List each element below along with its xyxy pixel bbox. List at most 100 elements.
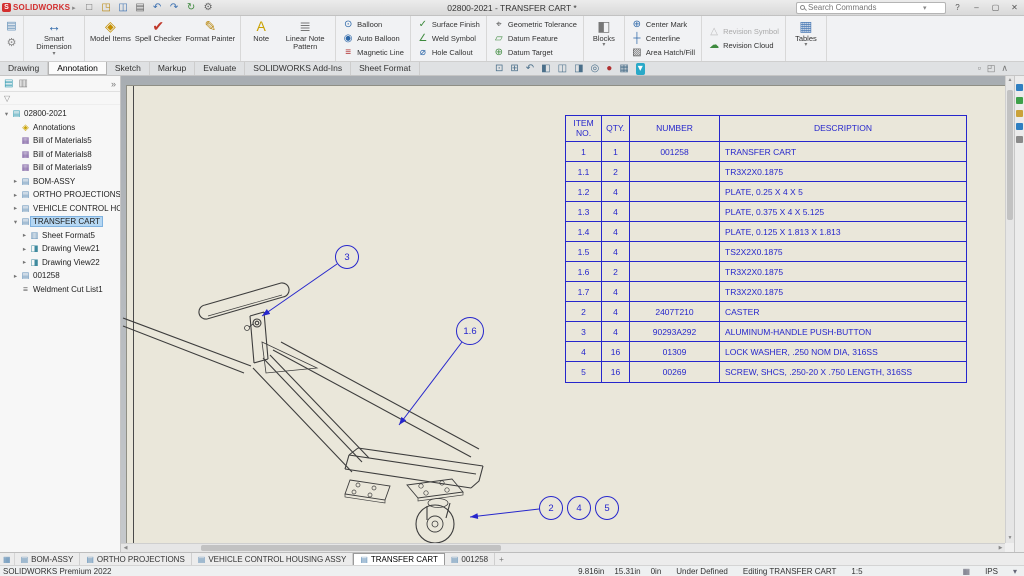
datum-target-button[interactable]: ⊕Datum Target <box>490 46 580 59</box>
bom-cell[interactable]: 1.5 <box>566 242 602 262</box>
units-dropdown-icon[interactable]: ▾ <box>1013 567 1017 576</box>
geometric-tolerance-button[interactable]: ⌖Geometric Tolerance <box>490 18 580 31</box>
tree-expander-icon[interactable]: ▾ <box>2 110 11 118</box>
tree-expander-icon[interactable]: ▸ <box>20 231 29 239</box>
bom-cell[interactable]: TR3X2X0.1875 <box>720 262 966 282</box>
bom-cell[interactable]: 1.7 <box>566 282 602 302</box>
bom-cell[interactable]: 1 <box>602 142 630 162</box>
maximize-button[interactable]: ▢ <box>988 1 1003 14</box>
spell-checker-button[interactable]: ✔Spell Checker <box>133 17 184 60</box>
bom-table[interactable]: ITEM NO.QTY.NUMBERDESCRIPTION11001258TRA… <box>565 115 967 383</box>
tab-markup[interactable]: Markup <box>150 62 195 75</box>
surface-finish-button[interactable]: ✓Surface Finish <box>414 18 483 31</box>
note-button[interactable]: ANote <box>244 17 278 60</box>
bom-cell[interactable]: 01309 <box>630 342 720 362</box>
tree-item-02800-2021[interactable]: ▾▤02800-2021 <box>0 107 120 121</box>
minimize-button[interactable]: – <box>969 1 984 14</box>
tree-item-transfer-cart[interactable]: ▾▤TRANSFER CART <box>0 215 120 229</box>
sheet-tab-001258[interactable]: ▤001258 <box>445 553 495 565</box>
tree-item-bill-of-materials5[interactable]: ▦Bill of Materials5 <box>0 134 120 148</box>
bom-cell[interactable] <box>630 242 720 262</box>
bom-cell[interactable]: 2 <box>602 262 630 282</box>
bom-cell[interactable]: 4 <box>602 202 630 222</box>
search-dropdown-icon[interactable]: ▾ <box>923 4 927 12</box>
search-input[interactable] <box>808 3 920 12</box>
tab-annotation[interactable]: Annotation <box>48 62 107 75</box>
bom-cell[interactable]: 5 <box>566 362 602 382</box>
bom-cell[interactable]: PLATE, 0.125 X 1.813 X 1.813 <box>720 222 966 242</box>
zoom-fit-icon[interactable]: ⊡ <box>495 63 503 75</box>
balloon-2[interactable]: 2 <box>539 496 563 520</box>
tree-expander-icon[interactable]: ▸ <box>11 177 20 185</box>
tab-sheet-format[interactable]: Sheet Format <box>351 62 420 75</box>
bom-cell[interactable]: ALUMINUM-HANDLE PUSH-BUTTON <box>720 322 966 342</box>
bom-cell[interactable]: 2 <box>602 162 630 182</box>
tree-expander-icon[interactable]: ▸ <box>11 191 20 199</box>
sheet-tab-ortho-projections[interactable]: ▤ORTHO PROJECTIONS <box>80 553 191 565</box>
tree-expander-icon[interactable]: ▸ <box>20 245 29 253</box>
design-library-icon[interactable] <box>1016 97 1023 104</box>
revision-cloud-button[interactable]: ☁Revision Cloud <box>705 39 782 52</box>
bom-cell[interactable]: 16 <box>602 342 630 362</box>
format-painter-button[interactable]: ✎Format Painter <box>184 17 238 60</box>
bom-cell[interactable]: 4 <box>602 302 630 322</box>
gear-button[interactable]: ⚙ <box>5 36 18 49</box>
bom-cell[interactable]: 90293A292 <box>630 322 720 342</box>
menu-expand-icon[interactable]: ▸ <box>72 4 76 12</box>
revision-symbol-button[interactable]: △Revision Symbol <box>705 25 782 38</box>
close-button[interactable]: ✕ <box>1007 1 1022 14</box>
bom-cell[interactable]: TR3X2X0.1875 <box>720 282 966 302</box>
tree-item-weldment-cut-list1[interactable]: ≡Weldment Cut List1 <box>0 283 120 297</box>
horizontal-scroll-thumb[interactable] <box>201 545 501 551</box>
tree-expander-icon[interactable]: ▸ <box>11 272 20 280</box>
bom-cell[interactable]: 4 <box>566 342 602 362</box>
dropdown-arrow-icon[interactable]: ▾ <box>52 52 55 57</box>
collapse-icon[interactable]: ∧ <box>1001 63 1008 74</box>
units-selector[interactable]: IPS <box>985 567 998 576</box>
datum-feature-button[interactable]: ▱Datum Feature <box>490 32 580 45</box>
tree-item-bom-assy[interactable]: ▸▤BOM-ASSY <box>0 175 120 189</box>
tree-item-vehicle-control-housing-ass[interactable]: ▸▤VEHICLE CONTROL HOUSING ASS... <box>0 202 120 216</box>
bom-cell[interactable]: 1.6 <box>566 262 602 282</box>
filter-icon[interactable]: ▽ <box>4 94 10 103</box>
bom-cell[interactable]: 3 <box>566 322 602 342</box>
float-icon[interactable]: ◰ <box>987 63 996 74</box>
sheet-tab-bom-assy[interactable]: ▤BOM-ASSY <box>15 553 81 565</box>
zoom-area-icon[interactable]: ⊞ <box>510 63 518 75</box>
balloon-3[interactable]: 3 <box>335 245 359 269</box>
balloon-5[interactable]: 5 <box>595 496 619 520</box>
scene-icon[interactable]: ▦ <box>619 63 628 75</box>
scroll-left-icon[interactable]: ◀ <box>121 544 130 552</box>
section-view-icon[interactable]: ◧ <box>541 63 550 75</box>
tab-solidworks-add-ins[interactable]: SOLIDWORKS Add-Ins <box>245 62 351 75</box>
linear-note-pattern-button[interactable]: ≣Linear Note Pattern <box>278 17 332 60</box>
balloon-4[interactable]: 4 <box>567 496 591 520</box>
dropdown-arrow-icon[interactable]: ▾ <box>804 43 807 48</box>
options-small-icon[interactable]: ▫ <box>978 63 981 74</box>
property-manager-tab[interactable]: ▥ <box>18 78 27 89</box>
rebuild-button[interactable]: ↻ <box>185 1 198 14</box>
bom-cell[interactable] <box>630 282 720 302</box>
bom-cell[interactable]: CASTER <box>720 302 966 322</box>
tab-sketch[interactable]: Sketch <box>107 62 150 75</box>
bom-cell[interactable]: 4 <box>602 282 630 302</box>
display-style-icon[interactable]: ◨ <box>574 63 583 75</box>
center-mark-button[interactable]: ⊕Center Mark <box>628 18 698 31</box>
tree-item-drawing-view21[interactable]: ▸◨Drawing View21 <box>0 242 120 256</box>
bom-cell[interactable]: 00269 <box>630 362 720 382</box>
bom-cell[interactable]: 1.2 <box>566 182 602 202</box>
tree-item-ortho-projections[interactable]: ▸▤ORTHO PROJECTIONS <box>0 188 120 202</box>
new-sheet-button[interactable]: + <box>495 553 508 565</box>
redo-button[interactable]: ↷ <box>168 1 181 14</box>
bom-cell[interactable]: 1.3 <box>566 202 602 222</box>
bom-cell[interactable]: PLATE, 0.25 X 4 X 5 <box>720 182 966 202</box>
scroll-up-icon[interactable]: ▲ <box>1006 76 1014 85</box>
bom-cell[interactable] <box>630 262 720 282</box>
bom-cell[interactable]: PLATE, 0.375 X 4 X 5.125 <box>720 202 966 222</box>
weld-symbol-button[interactable]: ∠Weld Symbol <box>414 32 483 45</box>
tables-button[interactable]: ▦Tables▾ <box>789 17 823 60</box>
tree-expander-icon[interactable]: ▸ <box>11 204 20 212</box>
hole-callout-button[interactable]: ⌀Hole Callout <box>414 46 483 59</box>
bom-cell[interactable]: 2 <box>566 302 602 322</box>
edit-appearance-icon[interactable]: ● <box>606 63 612 75</box>
